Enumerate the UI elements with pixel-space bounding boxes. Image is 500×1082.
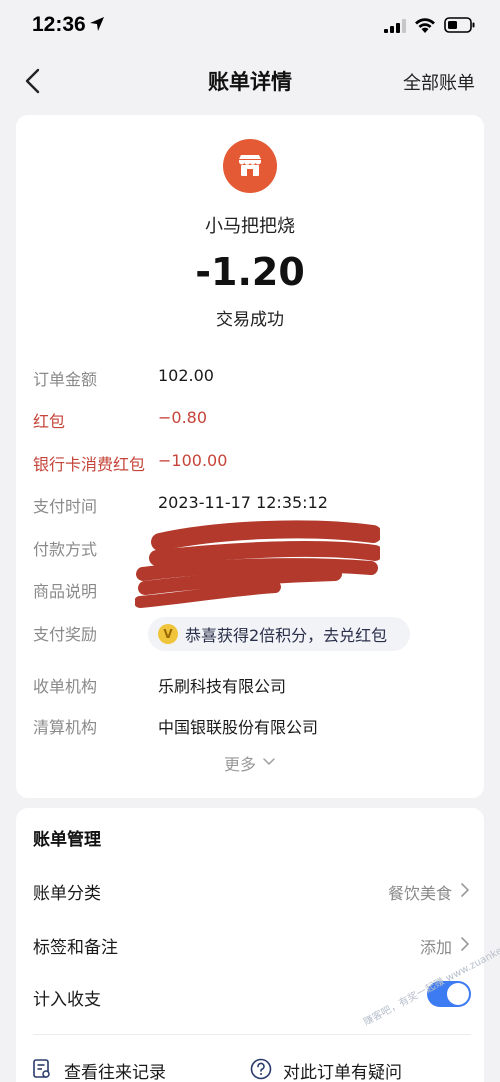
- acquirer-label: 收单机构: [33, 677, 98, 696]
- order-question-link[interactable]: 对此订单有疑问: [283, 1058, 402, 1082]
- reward-coin-glyph: V: [163, 627, 173, 641]
- clearing-label: 清算机构: [33, 718, 98, 737]
- status-time: 12:36: [32, 13, 86, 36]
- chevron-right-icon: [461, 883, 470, 897]
- red-packet-label: 红包: [33, 412, 66, 431]
- payment-reward-label: 支付奖励: [33, 625, 98, 644]
- transaction-status: 交易成功: [216, 310, 284, 330]
- nav-bar: 账单详情 全部账单: [0, 56, 500, 106]
- records-icon: [33, 1059, 50, 1078]
- cellular-signal-icon: [384, 19, 406, 33]
- bill-management-title: 账单管理: [33, 830, 101, 850]
- transaction-amount: -1.20: [195, 250, 305, 294]
- view-history-link[interactable]: 查看往来记录: [64, 1058, 166, 1082]
- payment-method-label: 付款方式: [33, 540, 98, 559]
- wifi-icon: [415, 18, 435, 33]
- chevron-right-icon: [461, 937, 470, 951]
- status-bar: 12:36: [0, 0, 500, 54]
- tags-notes-label[interactable]: 标签和备注: [33, 933, 118, 958]
- clearing-value: 中国银联股份有限公司: [158, 718, 319, 737]
- bank-card-red-packet-label: 银行卡消费红包: [33, 455, 146, 474]
- redaction-scribble: [135, 520, 380, 608]
- battery-icon: [444, 17, 475, 33]
- question-icon: [250, 1058, 272, 1080]
- more-button[interactable]: 更多: [224, 751, 256, 775]
- toggle-knob: [447, 983, 469, 1005]
- merchant-name: 小马把把烧: [205, 216, 295, 237]
- red-packet-value: −0.80: [158, 408, 208, 427]
- payment-time-value: 2023-11-17 12:35:12: [158, 493, 328, 512]
- divider: [33, 1034, 471, 1035]
- order-amount-value: 102.00: [158, 366, 214, 385]
- bill-category-value[interactable]: 餐饮美食: [388, 880, 452, 904]
- store-icon: [239, 155, 261, 176]
- location-arrow-icon: [90, 17, 104, 31]
- all-bills-link[interactable]: 全部账单: [403, 69, 475, 95]
- tags-notes-value[interactable]: 添加: [420, 934, 452, 958]
- count-in-budget-label: 计入收支: [33, 990, 101, 1010]
- product-description-label: 商品说明: [33, 582, 98, 601]
- reward-text[interactable]: 恭喜获得2倍积分，去兑红包: [185, 622, 387, 646]
- bill-category-label[interactable]: 账单分类: [33, 879, 101, 904]
- order-amount-label: 订单金额: [33, 370, 98, 389]
- acquirer-value: 乐刷科技有限公司: [158, 677, 287, 696]
- payment-time-label: 支付时间: [33, 497, 98, 516]
- chevron-down-icon: [263, 758, 275, 766]
- bank-card-red-packet-value: −100.00: [158, 451, 228, 470]
